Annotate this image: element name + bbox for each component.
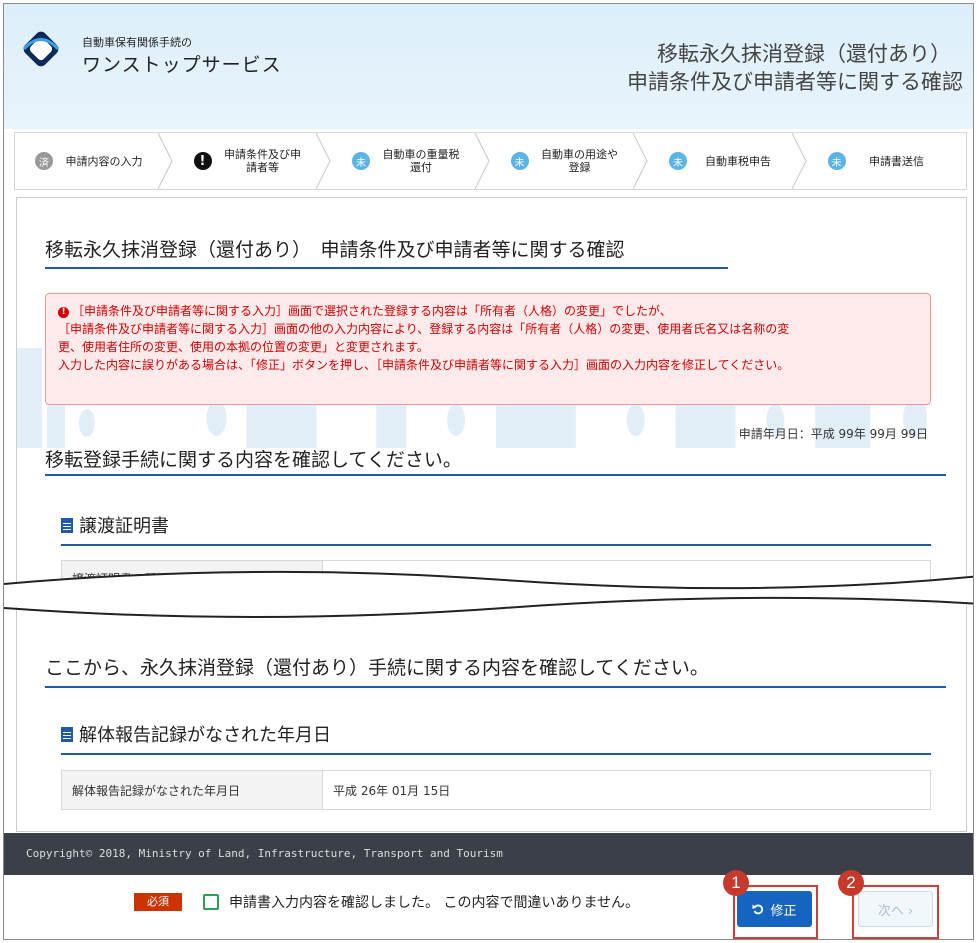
application-date: 申請年月日：平成 99年 99月 99日 xyxy=(738,427,928,441)
dismantle-date-table: 解体報告記録がなされた年月日 平成 26年 01月 15日 xyxy=(61,770,931,810)
progress-steps: 済 申請内容の入力 ! 申請条件及び申請者等 未 自動車の重量税還付 未 自動車… xyxy=(14,132,967,190)
table-row-value: 平成 26年 01月 15日 xyxy=(333,783,451,798)
section-underline xyxy=(45,686,946,688)
confirm-checkbox[interactable] xyxy=(203,894,219,910)
alert-line: ! ［申請条件及び申請者等に関する入力］画面で選択された登録する内容は「所有者（人… xyxy=(58,302,918,320)
document-icon xyxy=(61,726,73,742)
section-heading-permanent-deletion: ここから、永久抹消登録（還付あり）手続に関する内容を確認してください。 xyxy=(45,657,709,679)
document-icon xyxy=(61,517,73,533)
section-underline xyxy=(45,474,946,476)
page-title-line1: 移転永久抹消登録（還付あり） xyxy=(657,42,951,66)
logo-title: ワンストップサービス xyxy=(82,54,282,76)
logo-subtitle: 自動車保有関係手続の xyxy=(82,36,192,49)
chevron-right-icon xyxy=(791,133,807,189)
step-label: 自動車の重量税還付 xyxy=(382,148,460,174)
confirm-bar: 必須 申請書入力内容を確認しました。 この内容で間違いありません。 修正 次へ … xyxy=(4,875,973,939)
alert-line: 入力した内容に誤りがある場合は、「修正」ボタンを押し、［申請条件及び申請者等に関… xyxy=(58,358,790,372)
chevron-right-icon xyxy=(474,133,490,189)
heading-underline xyxy=(45,267,728,269)
step-status-badge: 未 xyxy=(669,152,687,170)
site-header: 自動車保有関係手続の ワンストップサービス 移転永久抹消登録（還付あり） 申請条… xyxy=(4,4,973,129)
step-4: 未 自動車の用途や登録 xyxy=(491,133,650,189)
warning-alert: ! ［申請条件及び申請者等に関する入力］画面で選択された登録する内容は「所有者（人… xyxy=(45,293,931,405)
main-panel: 移転永久抹消登録（還付あり） 申請条件及び申請者等に関する確認 ! ［申請条件及び… xyxy=(16,197,967,832)
chevron-right-icon xyxy=(157,133,173,189)
section-heading-transfer: 移転登録手続に関する内容を確認してください。 xyxy=(45,449,462,471)
step-status-badge: 済 xyxy=(35,152,53,170)
table-row-label: 解体報告記録がなされた年月日 xyxy=(62,771,323,809)
step-status-badge: ! xyxy=(193,152,212,170)
step-label: 自動車の用途や登録 xyxy=(541,148,618,174)
step-label: 申請書送信 xyxy=(869,154,924,168)
step-label: 申請内容の入力 xyxy=(65,154,143,168)
step-3: 未 自動車の重量税還付 xyxy=(332,133,491,189)
step-status-badge: 未 xyxy=(510,152,529,170)
error-icon: ! xyxy=(58,307,69,318)
callout-box-2 xyxy=(852,885,939,939)
subsection-heading-transfer-certificate: 譲渡証明書 xyxy=(61,512,169,538)
browser-frame: 自動車保有関係手続の ワンストップサービス 移転永久抹消登録（還付あり） 申請条… xyxy=(3,3,974,940)
callout-number-1: 1 xyxy=(723,870,749,896)
page-heading: 移転永久抹消登録（還付あり） 申請条件及び申請者等に関する確認 xyxy=(45,239,625,261)
step-status-badge: 未 xyxy=(827,152,846,170)
callout-box-1 xyxy=(733,885,818,939)
step-6: 未 申請書送信 xyxy=(808,133,967,189)
alert-line: ［申請条件及び申請者等に関する入力］画面の他の入力内容により、登録する内容は「所… xyxy=(58,322,790,336)
step-5: 未 自動車税申告 xyxy=(649,133,808,189)
alert-line: 更、使用者住所の変更、使用の本拠の位置の変更」と変更されます。 xyxy=(58,340,429,354)
page-title-line2: 申請条件及び申請者等に関する確認 xyxy=(627,70,963,94)
logo-icon xyxy=(22,31,60,67)
chevron-right-icon xyxy=(633,133,648,189)
required-badge: 必須 xyxy=(134,893,182,911)
subsection-underline xyxy=(61,544,931,546)
subsection-underline xyxy=(61,753,931,755)
confirm-label[interactable]: 申請書入力内容を確認しました。 この内容で間違いありません。 xyxy=(229,892,639,912)
page-break-cut xyxy=(4,570,973,618)
subsection-heading-dismantle-date: 解体報告記録がなされた年月日 xyxy=(61,721,331,747)
callout-number-2: 2 xyxy=(838,870,864,896)
step-label: 申請条件及び申請者等 xyxy=(224,148,301,174)
subsection-title: 譲渡証明書 xyxy=(79,516,169,537)
chevron-right-icon xyxy=(316,133,331,189)
subsection-title: 解体報告記録がなされた年月日 xyxy=(79,725,331,746)
step-1: 済 申請内容の入力 xyxy=(15,133,174,189)
step-label: 自動車税申告 xyxy=(705,154,771,168)
step-status-badge: 未 xyxy=(352,152,370,170)
step-2: ! 申請条件及び申請者等 xyxy=(174,133,333,189)
alert-text: ［申請条件及び申請者等に関する入力］画面で選択された登録する内容は「所有者（人格… xyxy=(72,304,672,318)
copyright-bar: Copyright© 2018, Ministry of Land, Infra… xyxy=(4,833,973,875)
